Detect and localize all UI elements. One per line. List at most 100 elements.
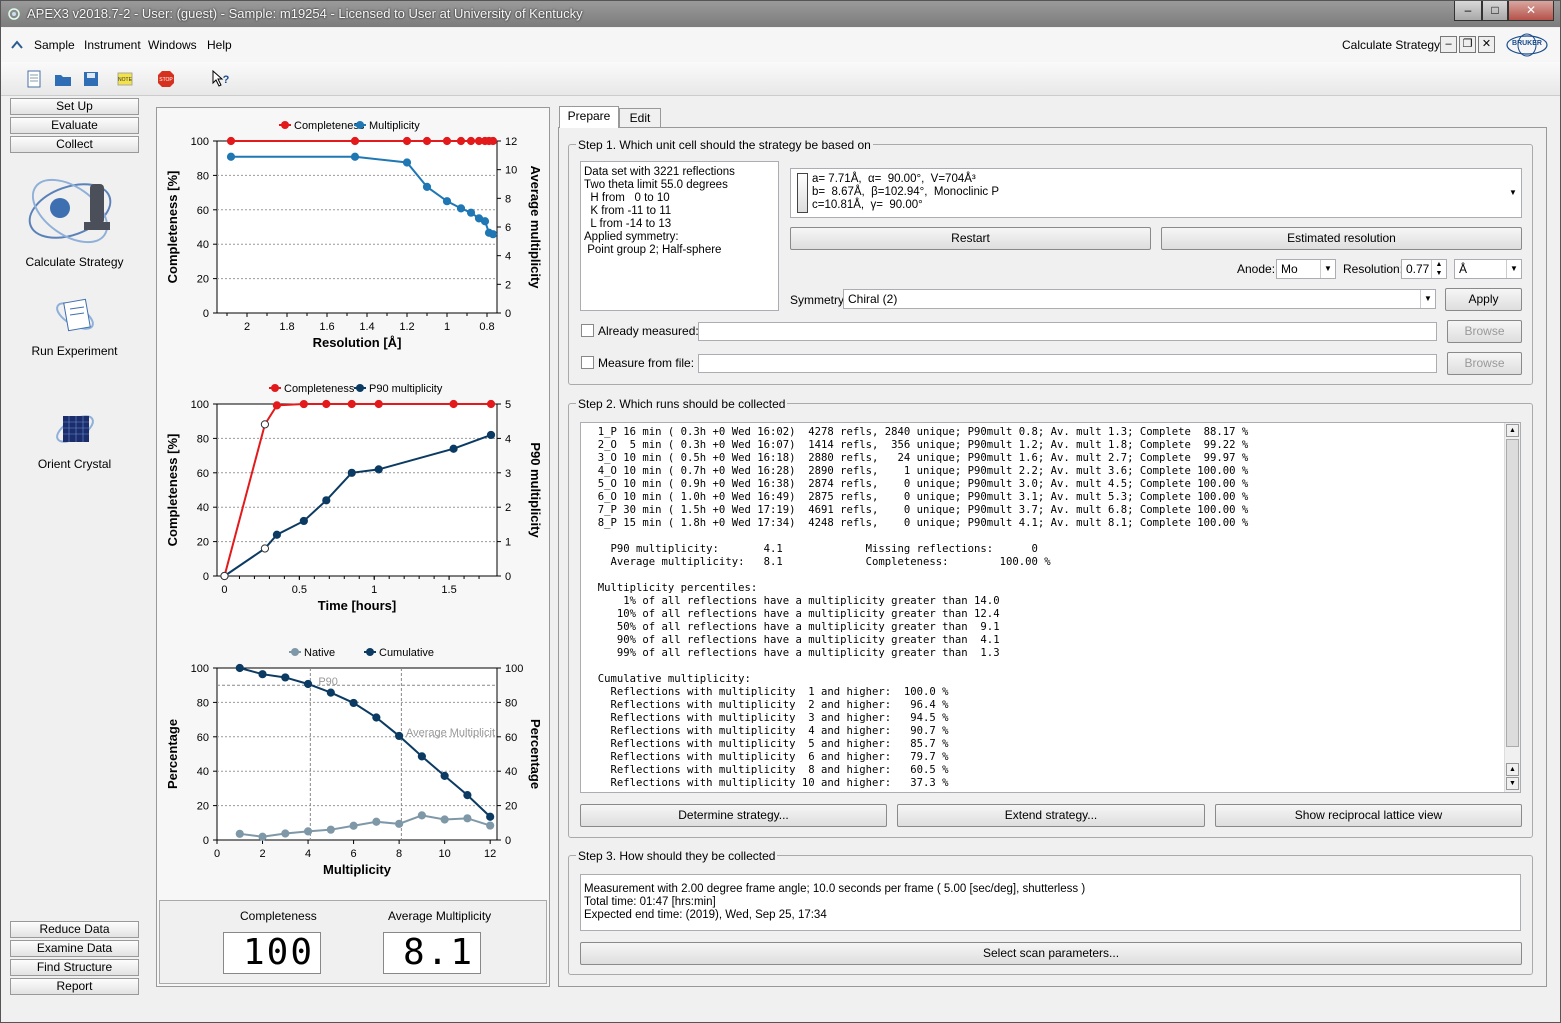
open-folder-icon[interactable]	[53, 69, 73, 89]
app-window: APEX3 v2018.7-2 - User: (guest) - Sample…	[0, 0, 1561, 1023]
browse-button-1[interactable]: Browse	[1447, 320, 1522, 343]
x-tick-label: 1	[371, 584, 377, 596]
plot-frame	[216, 140, 498, 314]
anode-select[interactable]: Mo ▼	[1276, 259, 1336, 279]
sidebar-item-calculate-strategy[interactable]: Calculate Strategy	[10, 166, 139, 269]
already-measured-label: Already measured:	[598, 324, 699, 338]
scroll-down-icon[interactable]: ▼	[1506, 777, 1519, 790]
help-icon[interactable]: ?	[211, 69, 231, 89]
x-axis-label: Multiplicity	[323, 862, 392, 877]
app-icon	[8, 8, 20, 20]
save-icon[interactable]	[81, 69, 101, 89]
menu-windows[interactable]: Windows	[148, 38, 197, 52]
svg-text:?: ?	[223, 74, 230, 86]
y-axis-label: Percentage	[165, 719, 180, 789]
series-point	[349, 698, 358, 708]
measure-from-file-field[interactable]	[698, 354, 1437, 373]
nav-reduce-data-button[interactable]: Reduce Data	[10, 921, 139, 938]
spinner-arrows-icon[interactable]: ▲ ▼	[1431, 260, 1446, 278]
y2-tick-label: 20	[505, 801, 517, 813]
new-document-icon[interactable]	[24, 69, 44, 89]
sidebar-item-label: Orient Crystal	[37, 457, 112, 471]
resolution-spinner[interactable]: 0.77 ▲ ▼	[1401, 259, 1447, 279]
y-tick-label: 0	[203, 835, 209, 847]
menu-help[interactable]: Help	[207, 38, 232, 52]
scroll-thumb[interactable]	[1506, 439, 1519, 747]
chess-strategy-icon	[28, 178, 111, 244]
reciprocal-lattice-button[interactable]: Show reciprocal lattice view	[1215, 804, 1522, 827]
measure-from-file-label: Measure from file:	[598, 356, 695, 370]
determine-strategy-button[interactable]: Determine strategy...	[580, 804, 887, 827]
svg-text:STOP: STOP	[159, 77, 173, 83]
y-tick-label: 80	[197, 170, 209, 182]
browse-button-2[interactable]: Browse	[1447, 352, 1522, 375]
already-measured-checkbox[interactable]	[581, 324, 594, 337]
runs-line: Reflections with multiplicity 1 and high…	[585, 686, 949, 698]
scroll-up-icon[interactable]: ▲	[1506, 424, 1519, 437]
nav-find-structure-button[interactable]: Find Structure	[10, 959, 139, 976]
estimated-resolution-button[interactable]: Estimated resolution	[1161, 227, 1522, 250]
note-icon[interactable]: NOTE	[115, 69, 135, 89]
sidebar-item-orient-crystal[interactable]: Orient Crystal	[10, 404, 139, 471]
nav-setup-button[interactable]: Set Up	[10, 98, 139, 115]
runs-line: 4_O 10 min ( 0.7h +0 Wed 16:28) 2890 ref…	[585, 465, 1249, 477]
unit-cell-combo[interactable]: a= 7.71Å, α= 90.00°, V=704Å³ b= 8.67Å, β=…	[790, 168, 1522, 218]
nav-collect-button[interactable]: Collect	[10, 136, 139, 153]
y-tick-label: 40	[197, 766, 209, 778]
tab-prepare[interactable]: Prepare	[559, 106, 619, 128]
minimize-button[interactable]: –	[1454, 1, 1482, 21]
summary-panel: Completeness Average Multiplicity	[159, 900, 547, 984]
series-point	[466, 208, 476, 217]
already-measured-field[interactable]	[698, 322, 1437, 341]
menu-sample[interactable]: Sample	[34, 38, 75, 52]
series-point	[486, 399, 496, 409]
x-tick-label: 0.5	[292, 584, 307, 596]
extend-strategy-button[interactable]: Extend strategy...	[897, 804, 1205, 827]
sidebar-item-run-experiment[interactable]: Run Experiment	[10, 291, 139, 358]
mdi-minimize-button[interactable]: –	[1440, 36, 1457, 53]
stop-icon[interactable]: STOP	[156, 69, 176, 89]
nav-report-button[interactable]: Report	[10, 978, 139, 995]
restart-button[interactable]: Restart	[790, 227, 1151, 250]
series-point	[272, 401, 281, 410]
series-point	[299, 516, 308, 526]
series-point	[303, 827, 313, 836]
tab-edit[interactable]: Edit	[619, 108, 661, 128]
menu-instrument[interactable]: Instrument	[84, 38, 141, 52]
mdi-restore-button[interactable]: ❐	[1459, 36, 1476, 53]
symmetry-select[interactable]: Chiral (2) ▼	[843, 289, 1436, 309]
y-tick-label: 40	[197, 502, 209, 514]
dataset-info-line: Data set with 3221 reflections	[584, 166, 735, 178]
y-tick-label: 100	[191, 663, 209, 675]
runs-line: Reflections with multiplicity 4 and high…	[585, 725, 949, 737]
y-tick-label: 60	[197, 205, 209, 217]
runs-line: 7_P 30 min ( 1.5h +0 Wed 17:19) 4691 ref…	[585, 504, 1249, 516]
apply-button[interactable]: Apply	[1445, 288, 1522, 311]
series-point	[488, 136, 498, 146]
runs-text-area[interactable]: 1_P 16 min ( 0.3h +0 Wed 16:02) 4278 ref…	[580, 422, 1521, 793]
y2-axis-label: Average multiplicity	[528, 165, 543, 289]
chart-panel: Completeness Multiplicity 0 20 40 60 80 100 0 2 4 6…	[156, 107, 550, 987]
resolution-unit-select[interactable]: Å ▼	[1454, 259, 1522, 279]
nav-evaluate-button[interactable]: Evaluate	[10, 117, 139, 134]
scroll-up-icon[interactable]: ▲	[1506, 763, 1519, 776]
y2-tick-label: 1	[505, 537, 511, 549]
runs-scrollbar[interactable]: ▲ ▲ ▼	[1504, 423, 1520, 792]
series-point	[350, 152, 360, 161]
chevron-down-icon[interactable]: ▼	[1505, 169, 1521, 217]
select-scan-parameters-button[interactable]: Select scan parameters...	[580, 942, 1522, 965]
chevron-down-icon: ▼	[1320, 260, 1335, 278]
x-tick-label: 10	[439, 848, 451, 860]
dataset-info-line: K from -11 to 11	[584, 205, 672, 217]
close-button[interactable]: ✕	[1508, 1, 1554, 21]
maximize-button[interactable]: □	[1482, 1, 1508, 21]
measure-from-file-checkbox[interactable]	[581, 356, 594, 369]
runs-line: Reflections with multiplicity 5 and high…	[585, 738, 949, 750]
series-point	[402, 158, 412, 167]
legend-marker	[271, 384, 279, 392]
mdi-close-button[interactable]: ✕	[1478, 36, 1495, 53]
nav-examine-data-button[interactable]: Examine Data	[10, 940, 139, 957]
y2-axis-label: Percentage	[528, 719, 543, 789]
menu-bar: Sample Instrument Windows Help Calculate…	[1, 28, 1560, 62]
window-title: APEX3 v2018.7-2 - User: (guest) - Sample…	[27, 6, 583, 21]
